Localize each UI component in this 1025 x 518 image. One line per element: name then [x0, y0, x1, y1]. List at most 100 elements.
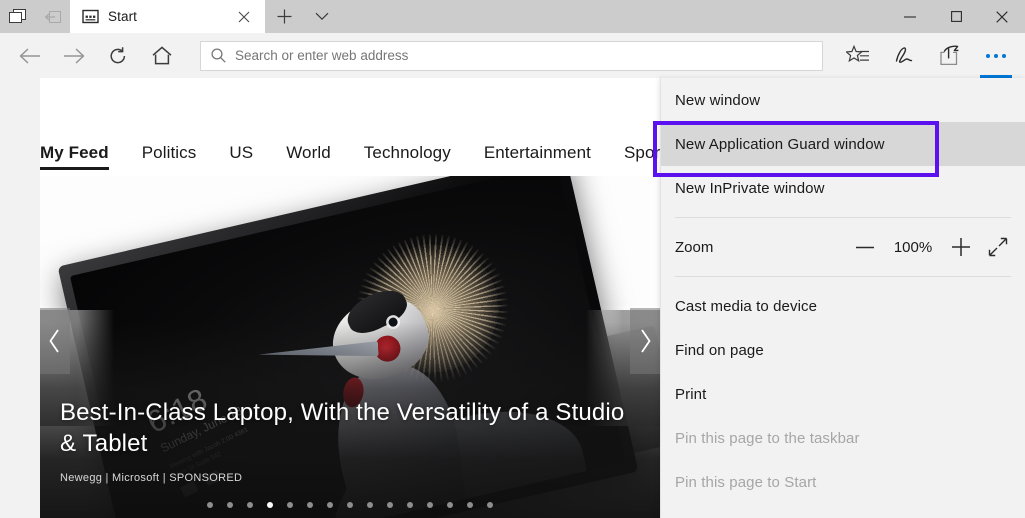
chevron-down-icon — [315, 12, 329, 21]
tab-close-button[interactable] — [231, 4, 257, 30]
carousel-dot[interactable] — [327, 502, 333, 508]
hero-source: Newegg | Microsoft | SPONSORED — [60, 472, 243, 484]
navigation-toolbar — [0, 33, 1025, 78]
carousel-dot[interactable] — [287, 502, 293, 508]
ellipsis-icon — [986, 53, 1006, 58]
menu-item-label: Find on page — [675, 341, 764, 359]
menu-divider — [675, 217, 1011, 218]
menu-item-label: Print — [675, 385, 707, 403]
carousel-dot[interactable] — [487, 502, 493, 508]
carousel-dot[interactable] — [267, 502, 273, 508]
new-tab-button[interactable] — [265, 0, 303, 33]
hero-headline[interactable]: Best-In-Class Laptop, With the Versatili… — [60, 397, 630, 459]
carousel-dot[interactable] — [467, 502, 473, 508]
feed-tab-entertainment[interactable]: Entertainment — [484, 143, 591, 170]
chevron-right-icon — [641, 329, 651, 353]
carousel-dot[interactable] — [307, 502, 313, 508]
carousel-dot[interactable] — [447, 502, 453, 508]
plus-icon — [277, 9, 291, 24]
plus-icon — [952, 238, 970, 256]
favorites-button[interactable] — [835, 33, 881, 78]
menu-item-pin-to-taskbar: Pin this page to the taskbar — [661, 416, 1025, 460]
zoom-value: 100% — [893, 238, 933, 256]
feed-category-nav: My Feed Politics US World Technology Ent… — [40, 124, 707, 170]
menu-item-new-inprivate-window[interactable]: New InPrivate window — [661, 166, 1025, 210]
menu-item-label: Pin this page to the taskbar — [675, 429, 860, 447]
menu-divider — [675, 276, 1011, 277]
carousel-dot[interactable] — [427, 502, 433, 508]
tab-options-button[interactable] — [303, 0, 341, 33]
carousel-dot[interactable] — [347, 502, 353, 508]
page-left-gutter — [0, 78, 40, 518]
address-bar[interactable] — [200, 40, 823, 71]
hero-carousel[interactable]: 6:18 Sunday, June 18 Meeting with Jacob … — [40, 176, 660, 518]
menu-item-new-application-guard-window[interactable]: New Application Guard window — [661, 122, 1025, 166]
pen-icon — [895, 46, 913, 63]
forward-button[interactable] — [52, 34, 96, 78]
add-notes-button[interactable] — [881, 33, 927, 78]
menu-item-pin-to-start: Pin this page to Start — [661, 460, 1025, 504]
carousel-dot[interactable] — [387, 502, 393, 508]
menu-item-label: New window — [675, 91, 761, 109]
home-button[interactable] — [140, 34, 184, 78]
menu-item-cast-media-to-device[interactable]: Cast media to device — [661, 284, 1025, 328]
hero-text-block: Best-In-Class Laptop, With the Versatili… — [60, 397, 630, 484]
carousel-next-button[interactable] — [630, 308, 660, 374]
carousel-dots[interactable] — [40, 502, 660, 508]
menu-item-label: Pin this page to Start — [675, 473, 817, 491]
carousel-prev-button[interactable] — [40, 308, 70, 374]
carousel-dot[interactable] — [227, 502, 233, 508]
carousel-dot[interactable] — [367, 502, 373, 508]
browser-tab[interactable]: Start — [70, 0, 265, 33]
address-bar-box[interactable] — [200, 40, 823, 71]
set-tabs-aside-icon — [44, 10, 61, 23]
feed-tab-world[interactable]: World — [286, 143, 331, 170]
maximize-button[interactable] — [933, 0, 979, 33]
title-bar: Start — [0, 0, 1025, 33]
toolbar-right-buttons — [835, 33, 1025, 78]
menu-item-new-window[interactable]: New window — [661, 78, 1025, 122]
start-page-favicon — [82, 9, 99, 24]
titlebar-left-buttons — [0, 0, 70, 33]
window-close-button[interactable] — [979, 0, 1025, 33]
feed-tab-my-feed[interactable]: My Feed — [40, 143, 109, 170]
minimize-icon — [904, 15, 916, 18]
address-input[interactable] — [226, 41, 822, 70]
refresh-button[interactable] — [96, 34, 140, 78]
close-icon — [238, 11, 250, 22]
feed-tab-technology[interactable]: Technology — [364, 143, 451, 170]
zoom-in-button[interactable] — [950, 236, 972, 258]
zoom-label: Zoom — [675, 238, 714, 256]
share-button[interactable] — [927, 33, 973, 78]
tab-previews-button[interactable] — [0, 0, 35, 33]
carousel-dot[interactable] — [407, 502, 413, 508]
feed-tab-label: US — [229, 143, 254, 162]
maximize-icon — [950, 11, 962, 22]
zoom-out-button[interactable] — [854, 236, 876, 258]
carousel-dot[interactable] — [207, 502, 213, 508]
feed-tab-label: World — [286, 143, 331, 162]
back-button[interactable] — [8, 34, 52, 78]
settings-and-more-button[interactable] — [973, 33, 1019, 78]
tab-previews-icon — [9, 9, 26, 23]
feed-tab-politics[interactable]: Politics — [142, 143, 197, 170]
feed-tab-label: My Feed — [40, 143, 109, 162]
zoom-controls: 100% — [854, 236, 1009, 258]
menu-item-print[interactable]: Print — [661, 372, 1025, 416]
refresh-icon — [110, 46, 126, 63]
menu-item-find-on-page[interactable]: Find on page — [661, 328, 1025, 372]
feed-tab-us[interactable]: US — [229, 143, 253, 170]
menu-item-label: New Application Guard window — [675, 135, 885, 153]
search-icon — [211, 48, 226, 63]
carousel-dot[interactable] — [247, 502, 253, 508]
tab-title: Start — [108, 9, 138, 24]
feed-tab-label: Technology — [363, 143, 451, 162]
forward-arrow-icon — [64, 47, 85, 64]
set-tabs-aside-button[interactable] — [35, 0, 70, 33]
fullscreen-arrows-icon — [988, 237, 1008, 257]
minimize-button[interactable] — [887, 0, 933, 33]
feed-tab-label: Politics — [141, 143, 197, 162]
menu-zoom-row: Zoom 100% — [661, 225, 1025, 269]
fullscreen-button[interactable] — [987, 236, 1009, 258]
share-icon — [940, 45, 959, 66]
